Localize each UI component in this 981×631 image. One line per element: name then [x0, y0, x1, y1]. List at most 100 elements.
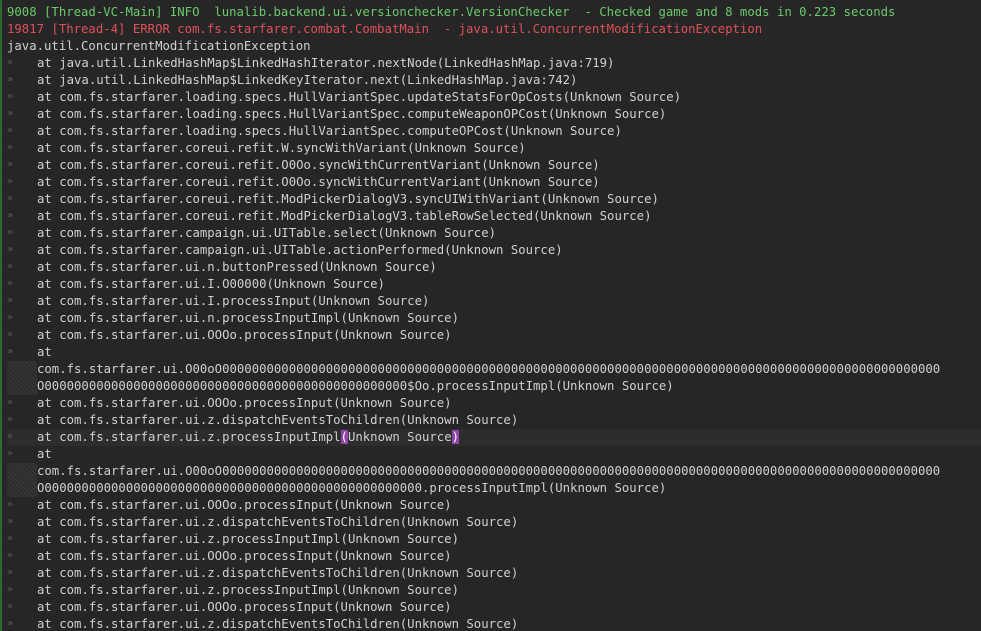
log-line-text: at com.fs.starfarer.ui.z.dispatchEventsT… [37, 565, 518, 582]
log-text: at com.fs.starfarer.ui.n.processInputImp… [37, 311, 459, 325]
log-line-text: O000000000000000000000000000000000000000… [37, 480, 666, 497]
indent-marker-icon: » [7, 567, 14, 578]
log-text: at com.fs.starfarer.loading.specs.HullVa… [37, 124, 622, 138]
log-text: at com.fs.starfarer.ui.z.processInputImp… [37, 430, 341, 444]
log-line[interactable]: 19817 [Thread-4] ERROR com.fs.starfarer.… [7, 21, 981, 38]
log-text: at com.fs.starfarer.coreui.refit.O0Oo.sy… [37, 175, 600, 189]
log-line[interactable]: » at java.util.LinkedHashMap$LinkedKeyIte… [7, 72, 981, 89]
log-line[interactable]: » at com.fs.starfarer.ui.OOOo.processInpu… [7, 548, 981, 565]
matching-bracket-close: ) [451, 430, 460, 444]
log-text: at java.util.LinkedHashMap$LinkedKeyIter… [37, 73, 578, 87]
indent-marker-icon: » [7, 244, 14, 255]
log-text: at [37, 447, 52, 461]
log-line[interactable]: O000000000000000000000000000000000000000… [7, 480, 981, 497]
log-text: at com.fs.starfarer.ui.z.dispatchEventsT… [37, 413, 519, 427]
log-text: com.fs.starfarer.ui.O00oO000000000000000… [37, 362, 941, 376]
log-line[interactable]: » at com.fs.starfarer.ui.OOOo.processInpu… [7, 599, 981, 616]
indent-marker-icon: » [7, 414, 14, 425]
log-line-text: O000000000000000000000000000000000000000… [37, 378, 674, 395]
log-line[interactable]: » at com.fs.starfarer.ui.z.processInputIm… [7, 429, 981, 446]
log-line[interactable]: » at com.fs.starfarer.campaign.ui.UITable… [7, 225, 981, 242]
log-text: at [37, 345, 52, 359]
log-line[interactable]: » at [7, 344, 981, 361]
log-line[interactable]: 9008 [Thread-VC-Main] INFO lunalib.backe… [7, 4, 981, 21]
log-text: at com.fs.starfarer.coreui.refit.W.syncW… [37, 141, 526, 155]
log-line[interactable]: » at com.fs.starfarer.coreui.refit.ModPic… [7, 208, 981, 225]
log-line[interactable]: » at com.fs.starfarer.ui.z.dispatchEvents… [7, 616, 981, 631]
log-line[interactable]: » at com.fs.starfarer.coreui.refit.O0Oo.s… [7, 157, 981, 174]
log-line[interactable]: » at com.fs.starfarer.ui.OOOo.processInpu… [7, 497, 981, 514]
log-text: at com.fs.starfarer.ui.z.dispatchEventsT… [37, 515, 519, 529]
matching-bracket-open: ( [340, 430, 348, 444]
log-line-text: at com.fs.starfarer.ui.n.processInputImp… [37, 310, 459, 327]
log-line-text: at java.util.LinkedHashMap$LinkedKeyIter… [37, 72, 577, 89]
log-line[interactable]: » at com.fs.starfarer.coreui.refit.O0Oo.s… [7, 174, 981, 191]
log-line[interactable]: » at [7, 446, 981, 463]
log-line[interactable]: java.util.ConcurrentModificationExceptio… [7, 38, 981, 55]
log-line[interactable]: » at com.fs.starfarer.ui.n.buttonPressed(… [7, 259, 981, 276]
log-line-text: at com.fs.starfarer.ui.z.dispatchEventsT… [37, 514, 518, 531]
wrap-continuation-marker [7, 480, 37, 497]
indent-marker-icon: » [7, 210, 14, 221]
log-text: com.fs.starfarer.ui.O00oO000000000000000… [37, 464, 941, 478]
log-lines: 9008 [Thread-VC-Main] INFO lunalib.backe… [7, 4, 981, 631]
log-text: at com.fs.starfarer.coreui.refit.ModPick… [37, 209, 652, 223]
log-console[interactable]: 9008 [Thread-VC-Main] INFO lunalib.backe… [0, 0, 981, 631]
log-line-text: com.fs.starfarer.ui.O00oO000000000000000… [37, 463, 940, 480]
log-line[interactable]: » at com.fs.starfarer.coreui.refit.W.sync… [7, 140, 981, 157]
log-line-text: at com.fs.starfarer.ui.I.O00000(Unknown … [37, 276, 385, 293]
log-line-text: at com.fs.starfarer.loading.specs.HullVa… [37, 89, 681, 106]
log-line[interactable]: » at com.fs.starfarer.loading.specs.HullV… [7, 106, 981, 123]
log-line-text: at com.fs.starfarer.ui.z.processInputImp… [37, 582, 459, 599]
indent-marker-icon: » [7, 295, 14, 306]
log-line[interactable]: » at com.fs.starfarer.loading.specs.HullV… [7, 123, 981, 140]
log-line[interactable]: » at com.fs.starfarer.ui.z.dispatchEvents… [7, 412, 981, 429]
log-line[interactable]: » at com.fs.starfarer.campaign.ui.UITable… [7, 242, 981, 259]
indent-marker-icon: » [7, 125, 14, 136]
log-line[interactable]: » at com.fs.starfarer.coreui.refit.ModPic… [7, 191, 981, 208]
log-error-text: 19817 [Thread-4] ERROR com.fs.starfarer.… [7, 21, 762, 38]
log-line[interactable]: » at com.fs.starfarer.ui.OOOo.processInpu… [7, 395, 981, 412]
log-line[interactable]: » at com.fs.starfarer.ui.z.dispatchEvents… [7, 565, 981, 582]
log-line-text: at com.fs.starfarer.coreui.refit.W.syncW… [37, 140, 526, 157]
log-text: at com.fs.starfarer.ui.OOOo.processInput… [37, 328, 452, 342]
indent-marker-icon: » [7, 346, 14, 357]
log-line[interactable]: » at com.fs.starfarer.ui.z.processInputIm… [7, 531, 981, 548]
log-line[interactable]: » at com.fs.starfarer.ui.n.processInputIm… [7, 310, 981, 327]
log-line-text: at [37, 344, 52, 361]
log-text: at com.fs.starfarer.ui.z.processInputImp… [37, 583, 459, 597]
log-line[interactable]: » at com.fs.starfarer.loading.specs.HullV… [7, 89, 981, 106]
indent-marker-icon: » [7, 193, 14, 204]
log-line[interactable]: » at com.fs.starfarer.ui.z.dispatchEvents… [7, 514, 981, 531]
indent-marker-icon: » [7, 278, 14, 289]
log-line-text: at com.fs.starfarer.coreui.refit.ModPick… [37, 208, 651, 225]
log-line[interactable]: O000000000000000000000000000000000000000… [7, 378, 981, 395]
log-text: at com.fs.starfarer.ui.I.processInput(Un… [37, 294, 430, 308]
log-line-text: at com.fs.starfarer.ui.z.dispatchEventsT… [37, 412, 518, 429]
log-text: 9008 [Thread-VC-Main] INFO lunalib.backe… [7, 5, 896, 19]
log-line-text: at com.fs.starfarer.coreui.refit.ModPick… [37, 191, 659, 208]
log-line[interactable]: com.fs.starfarer.ui.O00oO000000000000000… [7, 463, 981, 480]
log-line-text: at com.fs.starfarer.coreui.refit.O0Oo.sy… [37, 174, 600, 191]
wrap-continuation-marker [7, 361, 37, 378]
indent-marker-icon: » [7, 108, 14, 119]
log-line[interactable]: » at com.fs.starfarer.ui.I.processInput(U… [7, 293, 981, 310]
log-line[interactable]: com.fs.starfarer.ui.O00oO000000000000000… [7, 361, 981, 378]
indent-marker-icon: » [7, 74, 14, 85]
log-text: O000000000000000000000000000000000000000… [37, 379, 674, 393]
log-text: at java.util.LinkedHashMap$LinkedHashIte… [37, 56, 615, 70]
indent-marker-icon: » [7, 312, 14, 323]
log-line[interactable]: » at com.fs.starfarer.ui.I.O00000(Unknown… [7, 276, 981, 293]
log-text: at com.fs.starfarer.ui.OOOo.processInput… [37, 396, 452, 410]
log-line-text: at com.fs.starfarer.ui.OOOo.processInput… [37, 497, 452, 514]
log-line-text: at com.fs.starfarer.ui.z.processInputImp… [37, 531, 459, 548]
log-line[interactable]: » at com.fs.starfarer.ui.z.processInputIm… [7, 582, 981, 599]
log-line-text: at com.fs.starfarer.ui.z.processInputImp… [37, 429, 460, 446]
indent-marker-icon: » [7, 159, 14, 170]
log-line-text: at com.fs.starfarer.loading.specs.HullVa… [37, 123, 622, 140]
log-line[interactable]: » at com.fs.starfarer.ui.OOOo.processInpu… [7, 327, 981, 344]
log-line[interactable]: » at java.util.LinkedHashMap$LinkedHashIt… [7, 55, 981, 72]
log-line-text: java.util.ConcurrentModificationExceptio… [7, 38, 311, 55]
indent-marker-icon: » [7, 431, 14, 442]
log-line-text: at com.fs.starfarer.coreui.refit.O0Oo.sy… [37, 157, 600, 174]
